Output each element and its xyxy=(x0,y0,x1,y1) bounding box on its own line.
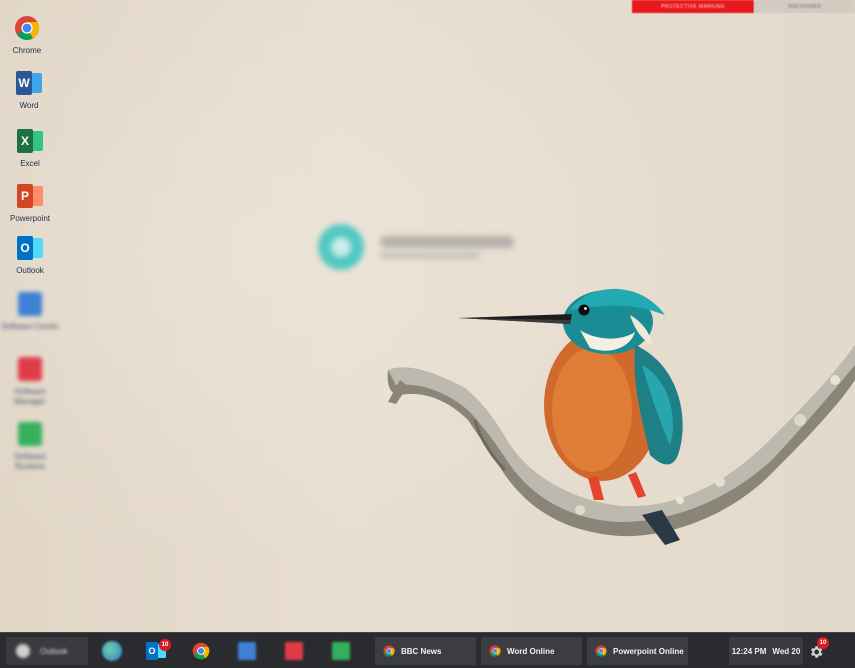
chrome-icon xyxy=(383,645,395,657)
launcher-icon xyxy=(16,644,30,658)
outlook-icon: O xyxy=(16,234,44,262)
taskbar-window-powerpoint-online[interactable]: Powerpoint Online xyxy=(587,637,688,665)
desktop-icon-label: Software Manager xyxy=(14,387,46,406)
taskbar-app-blurred-red[interactable] xyxy=(279,637,309,665)
kingfisher-wallpaper xyxy=(387,288,855,545)
globe-icon xyxy=(102,641,122,661)
desktop-icon-software-manager[interactable]: Software Manager xyxy=(0,355,60,407)
system-clock[interactable]: 12:24 PM Wed 20 xyxy=(729,637,803,665)
secondary-marking-label: DISCOVERER xyxy=(754,0,855,13)
desktop-icon-label: Excel xyxy=(20,159,40,168)
blurred-red-app-icon xyxy=(16,355,44,383)
window-title: Word Online xyxy=(507,646,555,656)
taskbar-window-bbc-news[interactable]: BBC News xyxy=(375,637,476,665)
desktop-icon-outlook[interactable]: O Outlook xyxy=(0,234,60,276)
blurred-green-app-icon xyxy=(332,642,350,660)
taskbar-launcher[interactable]: Outlook xyxy=(6,637,88,665)
classification-banner: PROTECTIVE MARKING DISCOVERER xyxy=(632,0,855,13)
desktop-icon-software-center[interactable]: Software Center xyxy=(0,290,60,332)
protective-marking-label: PROTECTIVE MARKING xyxy=(632,0,754,13)
excel-icon: X xyxy=(16,127,44,155)
desktop-icon-chrome[interactable]: Chrome xyxy=(0,14,57,56)
clock-time: 12:24 PM xyxy=(731,646,767,656)
taskbar-app-blurred-blue[interactable] xyxy=(232,637,262,665)
blurred-blue-app-icon xyxy=(238,642,256,660)
powerpoint-icon: P xyxy=(16,182,44,210)
taskbar-app-outlook[interactable]: O 10 xyxy=(141,637,171,665)
taskbar-app-blurred-globe[interactable] xyxy=(97,637,127,665)
window-title: BBC News xyxy=(401,646,442,656)
desktop-icon-label: Software Center xyxy=(1,322,59,331)
desktop-icon-powerpoint[interactable]: P Powerpoint xyxy=(0,182,60,224)
login-subtitle-blurred xyxy=(380,252,480,259)
desktop-icon-label: Outlook xyxy=(16,266,44,275)
blurred-green-app-icon xyxy=(16,420,44,448)
chrome-icon xyxy=(192,642,210,660)
login-avatar[interactable] xyxy=(318,224,364,270)
desktop-icon-label: Word xyxy=(19,101,39,110)
blurred-red-app-icon xyxy=(285,642,303,660)
desktop-icon-label: Chrome xyxy=(12,46,42,55)
chrome-icon xyxy=(13,14,41,42)
desktop-icon-word[interactable]: W Word xyxy=(0,69,59,111)
taskbar-window-word-online[interactable]: Word Online xyxy=(481,637,582,665)
desktop-icon-label: Software Runtime xyxy=(14,452,46,471)
chrome-icon xyxy=(595,645,607,657)
desktop-icon-excel[interactable]: X Excel xyxy=(0,127,60,169)
desktop-icon-label: Powerpoint xyxy=(9,214,51,223)
settings-button[interactable]: 10 xyxy=(808,637,829,660)
launcher-label: Outlook xyxy=(40,646,68,656)
settings-notification-badge: 10 xyxy=(817,637,829,649)
word-icon: W xyxy=(15,69,43,97)
clock-date: Wed 20 xyxy=(772,646,801,656)
blurred-blue-app-icon xyxy=(16,290,44,318)
chrome-icon xyxy=(489,645,501,657)
window-title: Powerpoint Online xyxy=(613,646,684,656)
desktop: PROTECTIVE MARKING DISCOVERER Chrome W W… xyxy=(0,0,855,632)
login-name-blurred xyxy=(380,236,514,248)
taskbar: Outlook O 10 BBC News Word Online Powerp… xyxy=(0,632,855,668)
outlook-unread-badge: 10 xyxy=(159,639,171,651)
taskbar-app-blurred-green[interactable] xyxy=(326,637,356,665)
desktop-icon-software-runtime[interactable]: Software Runtime xyxy=(0,420,60,472)
taskbar-app-chrome[interactable] xyxy=(186,637,216,665)
